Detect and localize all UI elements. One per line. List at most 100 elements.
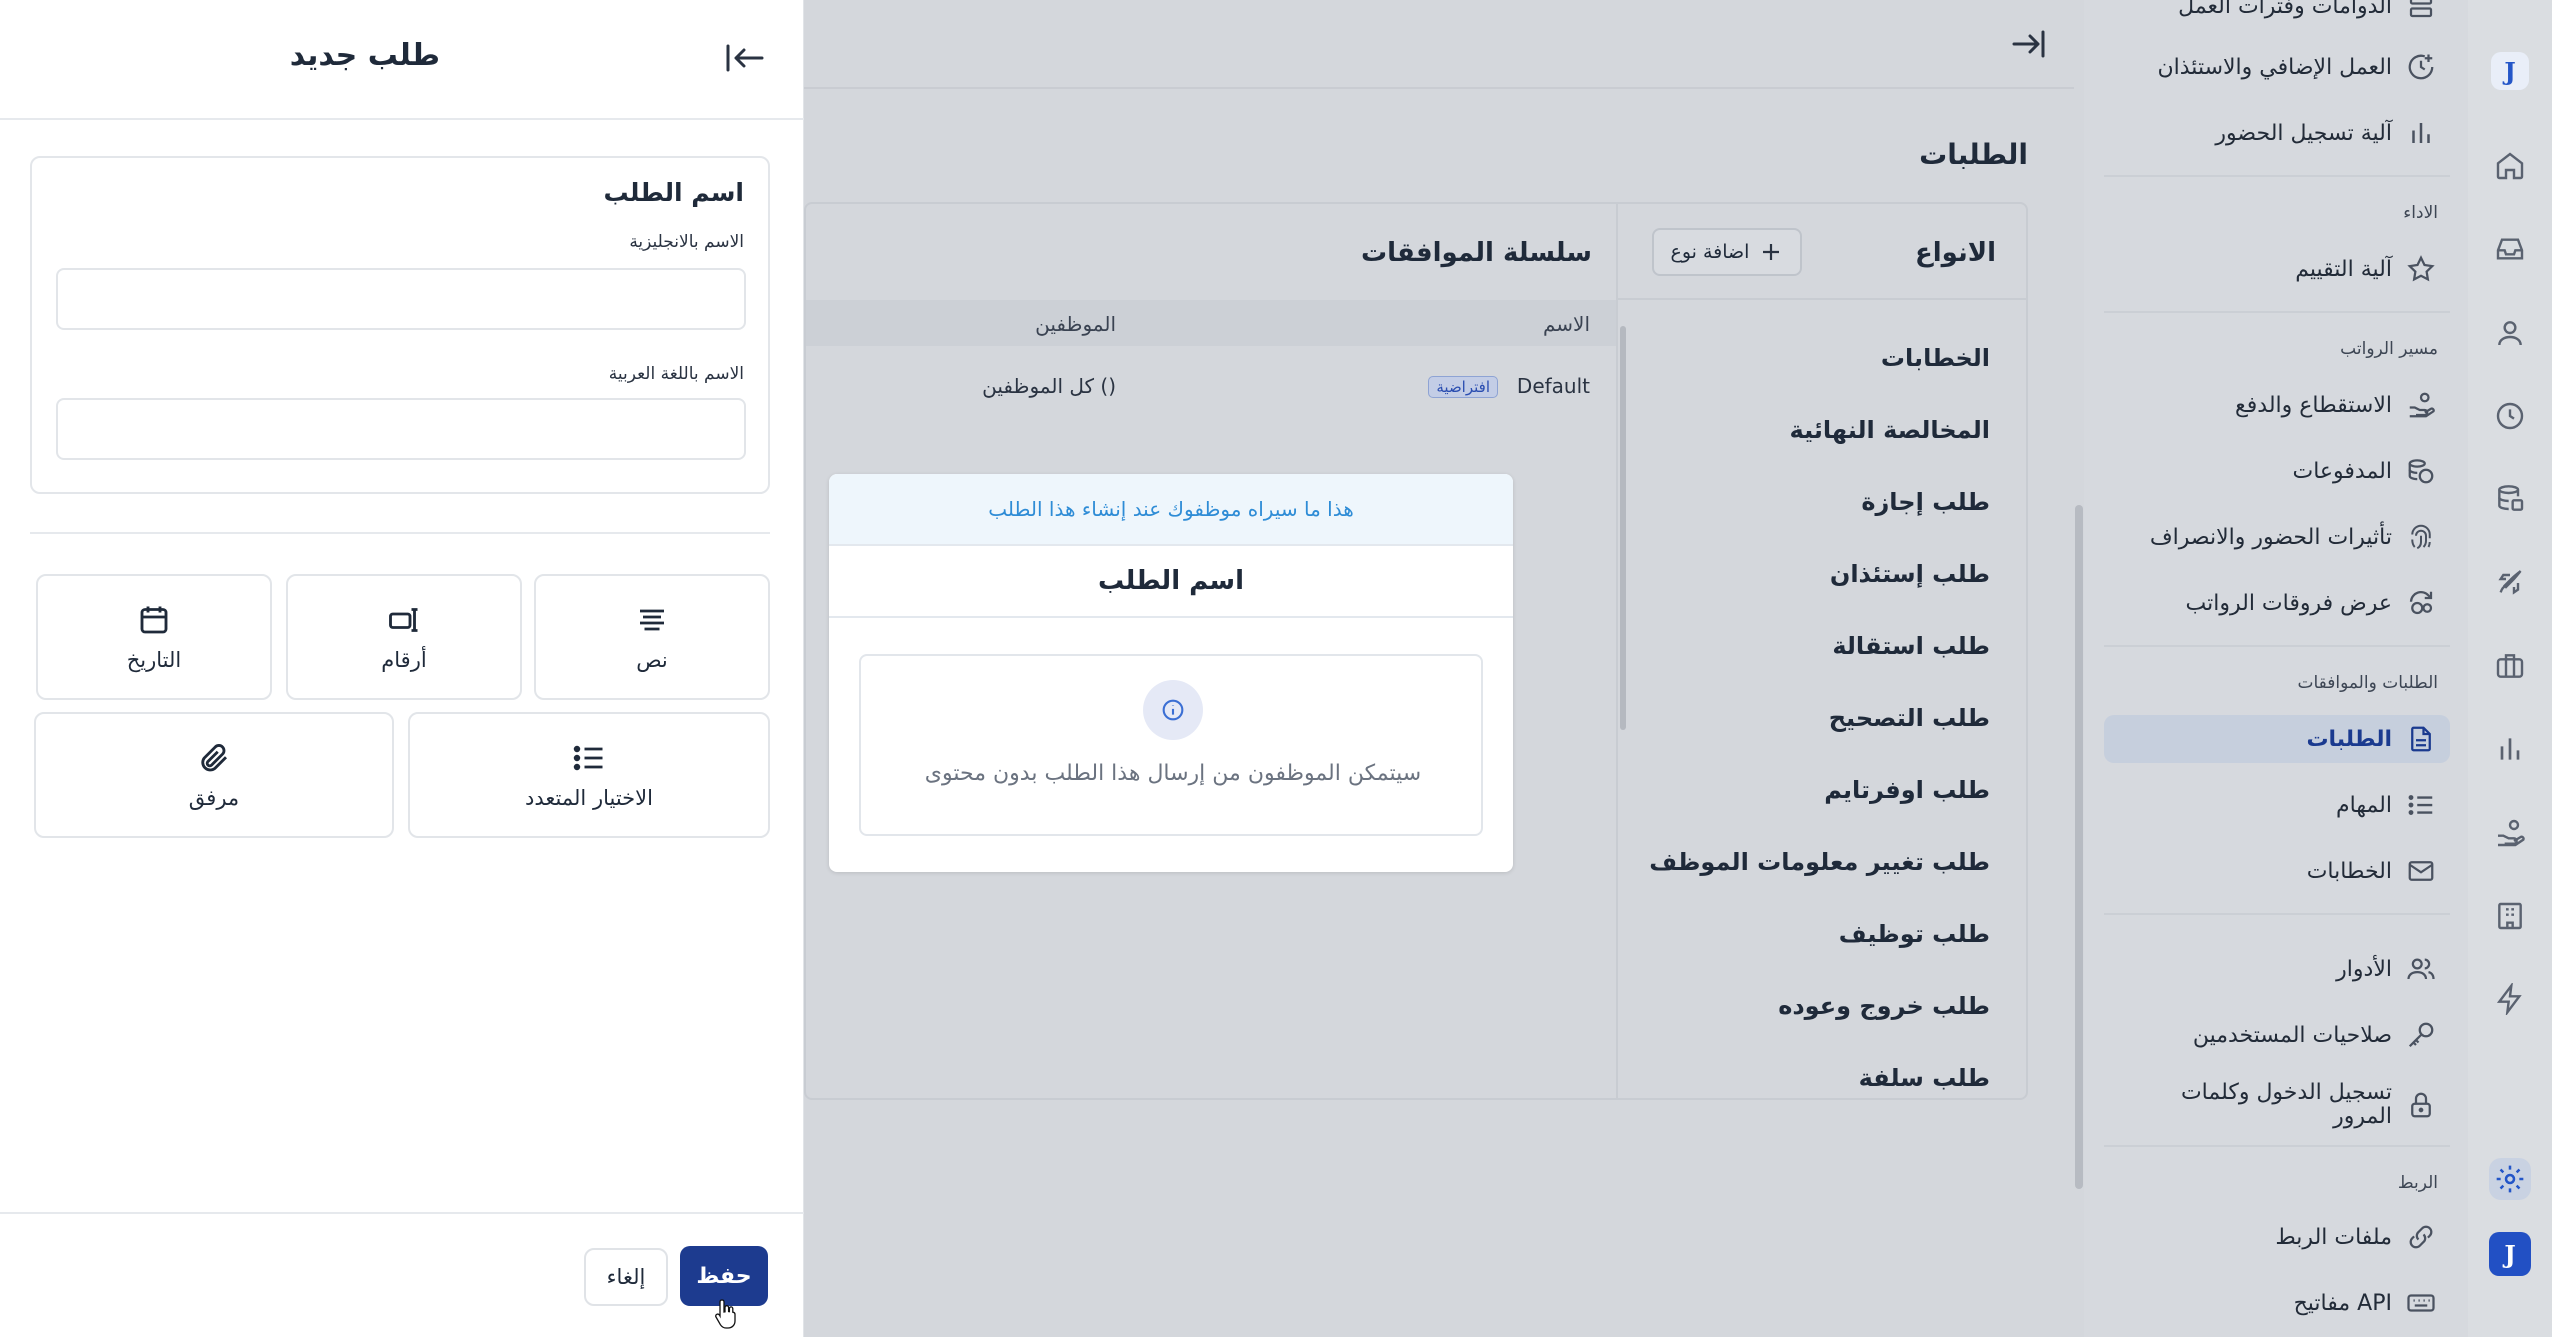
sidebar-item-label: العمل الإضافي والاستئذان — [2157, 54, 2392, 80]
sidebar-section-integration: الربط — [2397, 1173, 2438, 1193]
sidebar-item-login-passwords[interactable]: تسجيل الدخول وكلمات المرور — [2104, 1077, 2450, 1133]
sidebar-item-label: تأثيرات الحضور والانصراف — [2149, 524, 2392, 550]
types-scrollbar[interactable] — [1620, 326, 1626, 730]
workspace-avatar-letter: J — [2504, 1239, 2516, 1269]
coins-icon — [2408, 459, 2434, 484]
sidebar-item-letters[interactable]: الخطابات — [2104, 847, 2450, 895]
sidebar-item-label: الأدوار — [2336, 956, 2392, 982]
sidebar-item-label: تسجيل الدخول وكلمات المرور — [2180, 1080, 2392, 1129]
lightning-icon[interactable] — [2489, 978, 2531, 1020]
column-header-name: الاسم — [1542, 312, 1590, 336]
type-item[interactable]: الخطابات — [1881, 344, 1990, 372]
collapse-sidebar-button[interactable] — [2008, 24, 2048, 64]
field-type-label: نص — [636, 648, 668, 672]
sidebar-item-attendance-mechanism[interactable]: آلية تسجيل الحضور — [2104, 109, 2450, 157]
type-item[interactable]: طلب سلفة — [1859, 1064, 1990, 1092]
hand-cursor-icon — [715, 1299, 736, 1329]
field-type-label: الاختيار المتعدد — [525, 786, 653, 810]
field-type-multiple-choice-tile[interactable]: الاختيار المتعدد — [408, 712, 770, 838]
refresh-coins-icon — [2409, 591, 2433, 615]
text-lines-icon — [640, 609, 664, 631]
icon-rail: J J — [2468, 0, 2552, 1337]
home-icon[interactable] — [2489, 145, 2531, 187]
english-name-input[interactable] — [56, 268, 746, 330]
type-item[interactable]: طلب خروج وعوده — [1778, 992, 1990, 1020]
sidebar-item-label: الاستقطاع والدفع — [2235, 392, 2392, 418]
hand-coins-icon — [2409, 392, 2435, 418]
sidebar-item-roles[interactable]: الأدوار — [2104, 945, 2450, 993]
workspace-avatar[interactable]: J — [2489, 1232, 2531, 1276]
close-drawer-button[interactable] — [722, 38, 766, 78]
sidebar-item-user-permissions[interactable]: صلاحيات المستخدمين — [2104, 1011, 2450, 1059]
bar-chart-icon[interactable] — [2489, 728, 2531, 770]
gear-icon[interactable] — [2489, 1158, 2531, 1200]
sidebar-divider — [2104, 913, 2450, 915]
request-name-title: اسم الطلب — [603, 178, 744, 207]
building-icon[interactable] — [2489, 895, 2531, 937]
drawer-title: طلب جديد — [289, 38, 440, 73]
types-title: الانواع — [1914, 238, 1996, 268]
envelope-icon — [2408, 861, 2434, 881]
briefcase-icon[interactable] — [2489, 645, 2531, 687]
sidebar-section-payroll: مسير الرواتب — [2340, 339, 2438, 359]
chain-name: Default — [1516, 374, 1590, 398]
save-button[interactable]: حفظ — [680, 1246, 768, 1306]
arabic-name-input[interactable] — [56, 398, 746, 460]
arabic-name-label: الاسم باللغة العربية — [608, 364, 744, 384]
sidebar-item-overtime[interactable]: العمل الإضافي والاستئذان — [2104, 43, 2450, 91]
field-type-label: التاريخ — [126, 648, 182, 672]
field-type-attachment-tile[interactable]: مرفق — [34, 712, 394, 838]
fingerprint-icon — [2411, 524, 2431, 550]
sidebar-item-tasks[interactable]: المهام — [2104, 781, 2450, 829]
sidebar-item-deductions[interactable]: الاستقطاع والدفع — [2104, 381, 2450, 429]
info-icon — [1143, 680, 1203, 740]
sidebar-item-evaluation[interactable]: آلية التقييم — [2104, 245, 2450, 293]
sidebar-item-salary-differences[interactable]: عرض فروقات الرواتب — [2104, 579, 2450, 627]
sidebar-item-integration-files[interactable]: ملفات الربط — [2104, 1213, 2450, 1261]
sidebar-item-label: آلية تسجيل الحضور — [2215, 120, 2392, 146]
clock-icon[interactable] — [2489, 395, 2531, 437]
preview-hint: هذا ما سيراه موظفوك عند إنشاء هذا الطلب — [829, 474, 1513, 546]
sidebar-item-shifts[interactable]: الدوامات وفترات العمل — [2104, 0, 2450, 30]
sidebar-item-payments[interactable]: المدفوعات — [2104, 447, 2450, 495]
types-divider — [1618, 298, 2026, 300]
hand-coins-icon[interactable] — [2489, 812, 2531, 854]
database-icon[interactable] — [2489, 478, 2531, 520]
field-type-date-tile[interactable]: التاريخ — [36, 574, 272, 700]
sidebar-item-api-keys[interactable]: مفاتيح API — [2104, 1279, 2450, 1327]
type-item[interactable]: طلب استقالة — [1832, 632, 1990, 660]
request-name-card: اسم الطلب الاسم بالانجليزية الاسم باللغة… — [30, 156, 770, 494]
sidebar-item-label: الدوامات وفترات العمل — [2178, 0, 2392, 19]
user-icon[interactable] — [2489, 312, 2531, 354]
english-name-label: الاسم بالانجليزية — [629, 232, 744, 252]
users-icon — [2407, 958, 2435, 980]
sidebar-item-label: الطلبات — [2306, 726, 2392, 752]
field-type-text-tile[interactable]: نص — [534, 574, 770, 700]
type-item[interactable]: طلب إجازة — [1861, 488, 1990, 516]
paperclip-icon — [201, 744, 228, 772]
sidebar-item-label: مفاتيح API — [2293, 1290, 2392, 1316]
approval-chain-header: الاسم الموظفين — [806, 300, 1616, 346]
inbox-icon[interactable] — [2489, 228, 2531, 270]
type-item[interactable]: المخالصة النهائية — [1790, 416, 1990, 444]
field-type-numbers-tile[interactable]: أرقام — [286, 574, 522, 700]
sidebar-item-requests[interactable]: الطلبات — [2104, 715, 2450, 763]
chain-employees: كل الموظفين () — [982, 374, 1116, 398]
type-item[interactable]: طلب اوفرتايم — [1824, 776, 1990, 804]
key-icon — [2408, 1022, 2434, 1048]
field-type-label: أرقام — [381, 648, 427, 672]
type-item[interactable]: طلب التصحيح — [1829, 704, 1990, 732]
add-type-button[interactable]: اضافة نوع — [1652, 228, 1802, 276]
sidebar-section-performance: الاداء — [2403, 203, 2438, 223]
sidebar-item-label: ملفات الربط — [2275, 1224, 2392, 1250]
sidebar-item-attendance-effects[interactable]: تأثيرات الحضور والانصراف — [2104, 513, 2450, 561]
sidebar-divider — [2104, 1145, 2450, 1147]
type-item[interactable]: طلب إستئذان — [1830, 560, 1990, 588]
sidebar-divider — [2104, 645, 2450, 647]
cancel-button[interactable]: إلغاء — [584, 1248, 668, 1306]
logo-icon[interactable]: J — [2489, 50, 2531, 92]
type-item[interactable]: طلب توظيف — [1839, 920, 1990, 948]
sidebar-scrollbar[interactable] — [2075, 505, 2083, 1189]
rocket-icon[interactable] — [2489, 562, 2531, 604]
type-item[interactable]: طلب تغيير معلومات الموظف — [1649, 848, 1990, 876]
